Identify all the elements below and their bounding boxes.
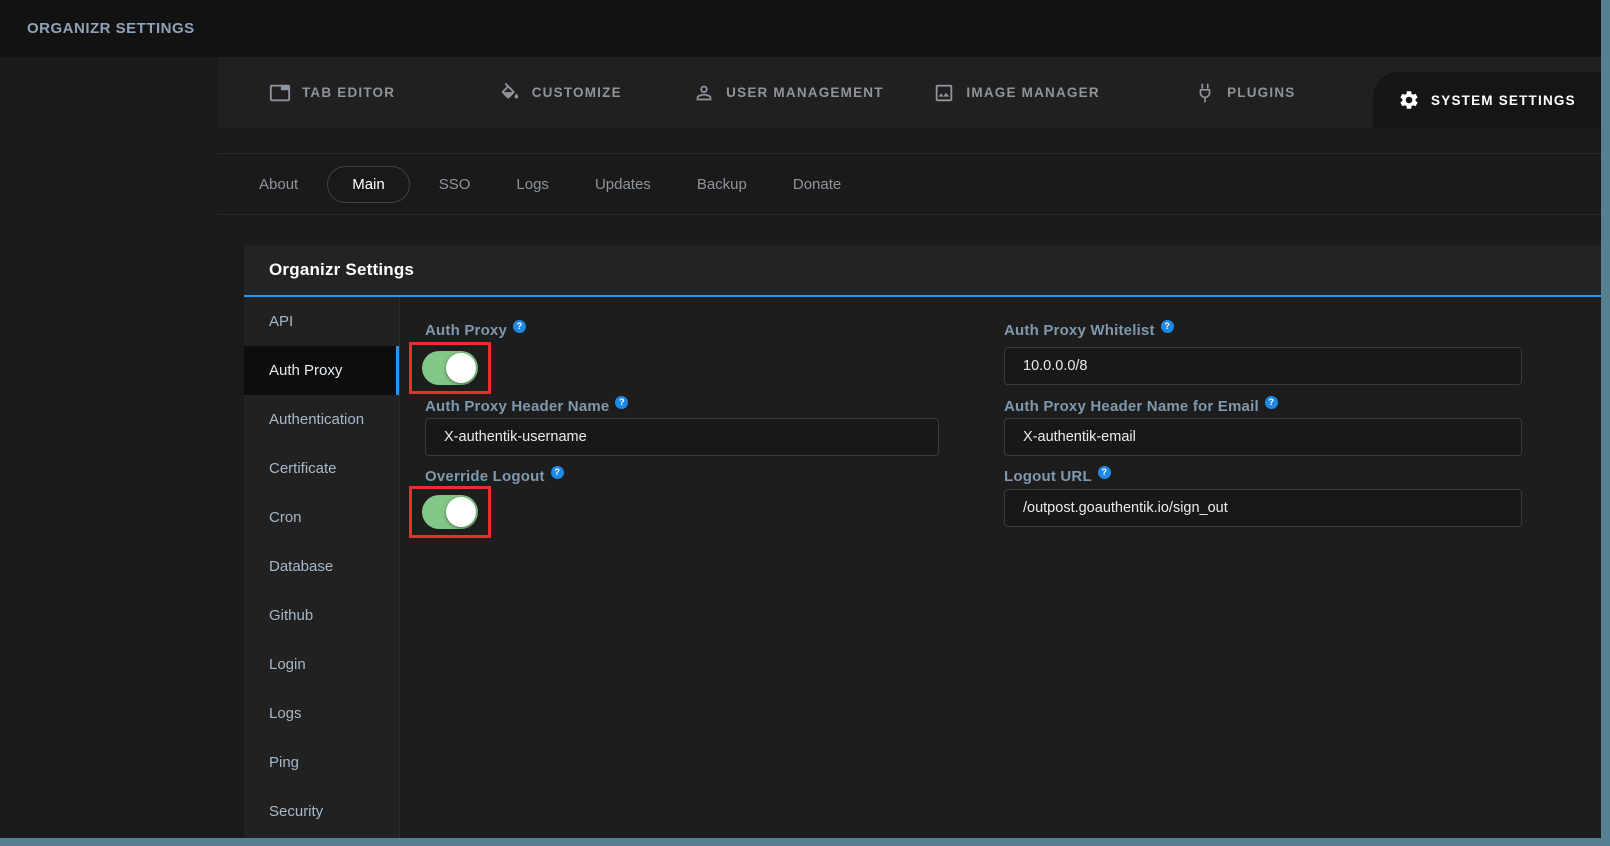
- override-logout-label: Override Logout?: [425, 466, 564, 485]
- subtab-logs[interactable]: Logs: [499, 166, 566, 203]
- tab-system-settings[interactable]: SYSTEM SETTINGS: [1373, 72, 1601, 128]
- nav-item-ping[interactable]: Ping: [244, 738, 399, 787]
- tab-customize[interactable]: CUSTOMIZE: [446, 57, 674, 128]
- person-icon: [693, 82, 715, 104]
- tab-editor-icon: [269, 82, 291, 104]
- tab-label: TAB EDITOR: [302, 85, 395, 100]
- nav-item-cron[interactable]: Cron: [244, 493, 399, 542]
- tab-label: SYSTEM SETTINGS: [1431, 93, 1576, 108]
- auth-proxy-header-email-label: Auth Proxy Header Name for Email?: [1004, 396, 1278, 415]
- nav-item-authentication[interactable]: Authentication: [244, 395, 399, 444]
- tab-image-manager[interactable]: IMAGE MANAGER: [903, 57, 1131, 128]
- nav-item-api[interactable]: API: [244, 297, 399, 346]
- top-header-bar: ORGANIZR SETTINGS: [0, 0, 1601, 57]
- tab-label: USER MANAGEMENT: [726, 85, 884, 100]
- subtab-updates[interactable]: Updates: [578, 166, 668, 203]
- override-logout-highlight-box: [409, 486, 491, 538]
- logout-url-label: Logout URL?: [1004, 466, 1111, 485]
- settings-content-region: About Main SSO Logs Updates Backup Donat…: [218, 128, 1601, 838]
- settings-tabbar: TAB EDITOR CUSTOMIZE USER MANAGEMENT IMA…: [218, 57, 1601, 128]
- help-icon[interactable]: ?: [551, 466, 564, 479]
- nav-item-certificate[interactable]: Certificate: [244, 444, 399, 493]
- nav-item-logs[interactable]: Logs: [244, 689, 399, 738]
- auth-proxy-highlight-box: [409, 342, 491, 394]
- page-body: TAB EDITOR CUSTOMIZE USER MANAGEMENT IMA…: [0, 57, 1601, 838]
- nav-item-github[interactable]: Github: [244, 591, 399, 640]
- image-icon: [933, 82, 955, 104]
- nav-item-login[interactable]: Login: [244, 640, 399, 689]
- override-logout-toggle[interactable]: [422, 495, 478, 529]
- left-gutter: [0, 57, 218, 838]
- toggle-knob: [446, 497, 476, 527]
- auth-proxy-whitelist-label: Auth Proxy Whitelist?: [1004, 320, 1174, 339]
- help-icon[interactable]: ?: [1161, 320, 1174, 333]
- paint-bucket-icon: [499, 82, 521, 104]
- tab-plugins[interactable]: PLUGINS: [1131, 57, 1359, 128]
- nav-item-security[interactable]: Security: [244, 787, 399, 836]
- auth-proxy-header-name-input[interactable]: [425, 418, 939, 456]
- organizr-settings-panel: Organizr Settings API Auth Proxy Authent…: [244, 245, 1601, 838]
- main-area: TAB EDITOR CUSTOMIZE USER MANAGEMENT IMA…: [218, 57, 1601, 838]
- plug-icon: [1194, 82, 1216, 104]
- toggle-knob: [446, 353, 476, 383]
- help-icon[interactable]: ?: [615, 396, 628, 409]
- subtab-donate[interactable]: Donate: [776, 166, 858, 203]
- tab-label: CUSTOMIZE: [532, 85, 622, 100]
- page-title: ORGANIZR SETTINGS: [27, 20, 195, 37]
- nav-item-auth-proxy[interactable]: Auth Proxy: [244, 346, 399, 395]
- panel-title: Organizr Settings: [269, 260, 414, 280]
- tab-tab-editor[interactable]: TAB EDITOR: [218, 57, 446, 128]
- gear-icon: [1398, 89, 1420, 111]
- auth-proxy-whitelist-input[interactable]: [1004, 347, 1522, 385]
- help-icon[interactable]: ?: [1265, 396, 1278, 409]
- help-icon[interactable]: ?: [513, 320, 526, 333]
- tab-label: IMAGE MANAGER: [966, 85, 1099, 100]
- nav-item-database[interactable]: Database: [244, 542, 399, 591]
- subtab-main[interactable]: Main: [327, 166, 410, 203]
- subtab-backup[interactable]: Backup: [680, 166, 764, 203]
- app-window: ORGANIZR SETTINGS TAB EDITOR CUSTOMIZE U…: [0, 0, 1610, 846]
- subtab-sso[interactable]: SSO: [422, 166, 488, 203]
- tab-user-management[interactable]: USER MANAGEMENT: [674, 57, 902, 128]
- panel-body: API Auth Proxy Authentication Certificat…: [244, 297, 1601, 838]
- tab-label: PLUGINS: [1227, 85, 1295, 100]
- help-icon[interactable]: ?: [1098, 466, 1111, 479]
- auth-proxy-header-name-label: Auth Proxy Header Name?: [425, 396, 628, 415]
- logout-url-input[interactable]: [1004, 489, 1522, 527]
- subtab-bar: About Main SSO Logs Updates Backup Donat…: [218, 153, 1601, 215]
- auth-proxy-toggle[interactable]: [422, 351, 478, 385]
- settings-nav-list: API Auth Proxy Authentication Certificat…: [244, 297, 400, 838]
- subtab-about[interactable]: About: [242, 166, 315, 203]
- panel-header: Organizr Settings: [244, 245, 1601, 297]
- auth-proxy-label: Auth Proxy?: [425, 320, 526, 339]
- auth-proxy-header-email-input[interactable]: [1004, 418, 1522, 456]
- auth-proxy-form: Auth Proxy? Auth Proxy Whitelist?: [400, 297, 1601, 838]
